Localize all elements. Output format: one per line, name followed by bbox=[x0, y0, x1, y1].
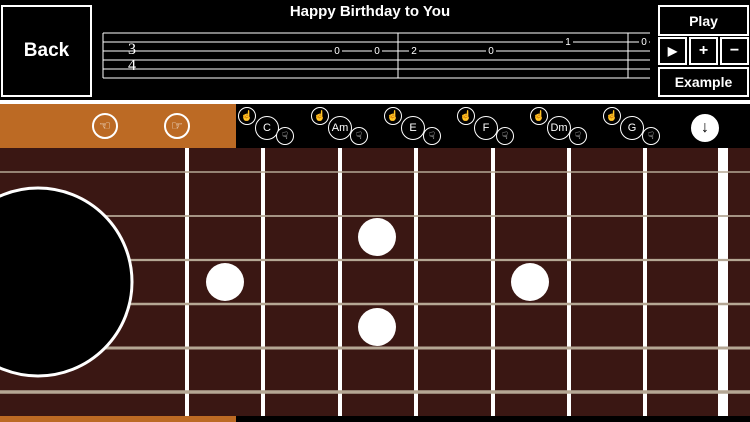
fret bbox=[567, 148, 571, 416]
play-icon[interactable]: ▶ bbox=[658, 37, 687, 65]
strum-down-icon[interactable]: ☟ bbox=[569, 127, 587, 145]
tempo-minus-button[interactable]: − bbox=[720, 37, 749, 65]
fret-inlay bbox=[358, 218, 396, 256]
strum-down-icon[interactable]: ☟ bbox=[350, 127, 368, 145]
fret-inlay bbox=[358, 308, 396, 346]
play-button[interactable]: Play bbox=[658, 5, 749, 36]
strum-up-icon[interactable]: ☝ bbox=[311, 107, 329, 125]
fret bbox=[491, 148, 495, 416]
strum-up-icon[interactable]: ☝ bbox=[603, 107, 621, 125]
tab-note: 0 bbox=[334, 46, 340, 57]
song-title: Happy Birthday to You bbox=[289, 3, 451, 20]
hand-point-right-icon[interactable]: ☞ bbox=[164, 113, 190, 139]
time-signature-bottom: 4 bbox=[128, 57, 136, 74]
strum-up-icon[interactable]: ☝ bbox=[238, 107, 256, 125]
strum-up-icon[interactable]: ☝ bbox=[384, 107, 402, 125]
tempo-plus-button[interactable]: + bbox=[689, 37, 718, 65]
time-signature-top: 3 bbox=[128, 41, 136, 58]
back-button[interactable]: Back bbox=[1, 5, 92, 97]
tab-note: 0 bbox=[488, 46, 494, 57]
accent-strip bbox=[0, 416, 236, 422]
chord-button-f[interactable]: F bbox=[474, 116, 498, 140]
fret bbox=[414, 148, 418, 416]
tab-note: 2 bbox=[411, 46, 417, 57]
tab-note: 0 bbox=[374, 46, 380, 57]
example-button[interactable]: Example bbox=[658, 67, 749, 97]
fret-inlay bbox=[511, 263, 549, 301]
tab-note: 0 bbox=[641, 37, 647, 48]
chord-button-am[interactable]: Am bbox=[328, 116, 352, 140]
strum-down-icon[interactable]: ☟ bbox=[642, 127, 660, 145]
tab-note: 1 bbox=[565, 37, 571, 48]
chord-bar-left bbox=[0, 104, 236, 148]
chord-button-dm[interactable]: Dm bbox=[547, 116, 571, 140]
strum-down-icon[interactable]: ☟ bbox=[496, 127, 514, 145]
fret-inlay bbox=[206, 263, 244, 301]
tab-staff: 3 4 0 0 2 0 1 0 bbox=[102, 32, 650, 79]
fretboard[interactable] bbox=[0, 148, 750, 416]
fret bbox=[643, 148, 647, 416]
fret bbox=[261, 148, 265, 416]
chord-button-e[interactable]: E bbox=[401, 116, 425, 140]
nut bbox=[718, 148, 728, 416]
strum-down-icon[interactable]: ☟ bbox=[276, 127, 294, 145]
chord-button-g[interactable]: G bbox=[620, 116, 644, 140]
fret bbox=[338, 148, 342, 416]
strum-down-icon[interactable]: ☟ bbox=[423, 127, 441, 145]
arrow-down-icon[interactable]: ↓ bbox=[691, 114, 719, 142]
strum-up-icon[interactable]: ☝ bbox=[457, 107, 475, 125]
bottom-strip bbox=[236, 416, 750, 422]
hand-point-left-icon[interactable]: ☜ bbox=[92, 113, 118, 139]
fret bbox=[185, 148, 189, 416]
strum-up-icon[interactable]: ☝ bbox=[530, 107, 548, 125]
